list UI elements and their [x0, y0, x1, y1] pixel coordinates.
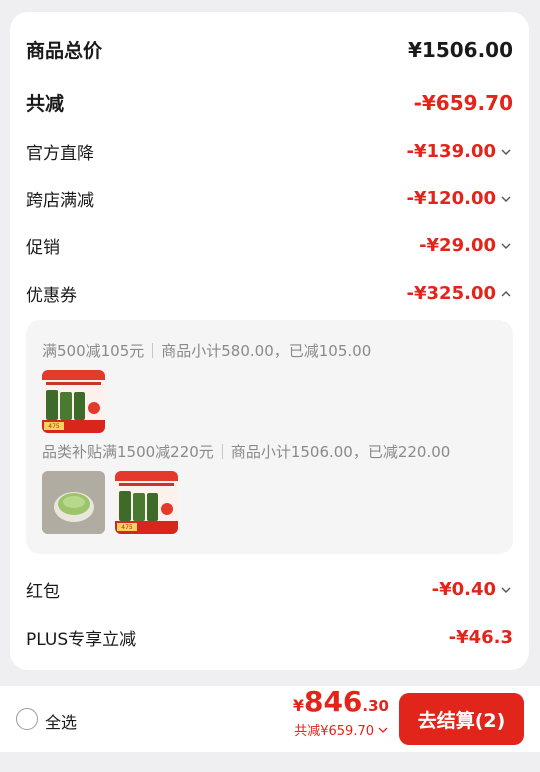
total-reduction-row: 共减 -¥659.70	[26, 89, 513, 116]
coupon-value: -¥325.00	[406, 283, 496, 304]
plus-discount-value: -¥46.3	[448, 627, 513, 648]
total-reduction-label: 共减	[26, 93, 65, 115]
product-thumb-lotion[interactable]: 475	[42, 370, 105, 433]
product-thumb-cream[interactable]	[42, 471, 105, 534]
chevron-down-icon[interactable]	[499, 145, 513, 159]
coupon-label: 优惠券	[26, 286, 77, 306]
coupon-1-title: 满500减105元	[42, 342, 145, 360]
price-integer: 846	[303, 685, 363, 718]
select-all-label[interactable]: 全选	[45, 709, 77, 733]
plus-discount-row: PLUS专享立减 -¥46.3	[26, 625, 513, 650]
plus-discount-label: PLUS专享立减	[26, 630, 137, 650]
chevron-down-icon[interactable]	[377, 724, 389, 736]
chevron-down-icon[interactable]	[499, 192, 513, 206]
promotion-value: -¥29.00	[419, 235, 496, 256]
cross-store-discount-value: -¥120.00	[406, 188, 496, 209]
coupon-2-title: 品类补贴满1500减220元	[42, 443, 214, 461]
red-packet-value: -¥0.40	[431, 579, 496, 600]
price-currency: ¥	[292, 696, 304, 715]
reduction-summary[interactable]: 共减¥659.70	[293, 720, 389, 739]
product-thumb-price: 475	[48, 423, 60, 430]
chevron-up-icon[interactable]	[499, 287, 513, 301]
coupon-2-line: 品类补贴满1500减220元 商品小计1506.00，已减220.00	[42, 441, 450, 462]
checkout-button[interactable]: 去结算(2)	[399, 693, 524, 745]
total-reduction-value: -¥659.70	[413, 90, 513, 115]
divider	[221, 444, 223, 459]
total-price-row: 商品总价 ¥1506.00	[26, 36, 513, 63]
price-decimal: .30	[362, 697, 389, 715]
cross-store-discount-label: 跨店满减	[26, 191, 94, 211]
red-packet-row[interactable]: 红包 -¥0.40	[26, 577, 513, 602]
chevron-down-icon[interactable]	[499, 239, 513, 253]
total-price-label: 商品总价	[26, 40, 103, 62]
total-payable: ¥846.30 共减¥659.70	[293, 688, 389, 740]
promotion-row[interactable]: 促销 -¥29.00	[26, 233, 513, 258]
divider	[152, 343, 154, 358]
coupon-detail-panel: 满500减105元 商品小计580.00，已减105.00 475 品类补贴满1…	[26, 320, 513, 554]
price-detail-page: 商品总价 ¥1506.00 共减 -¥659.70 官方直降 -¥139.00 …	[0, 0, 540, 772]
coupon-row[interactable]: 优惠券 -¥325.00	[26, 281, 513, 306]
coupon-1-line: 满500减105元 商品小计580.00，已减105.00	[42, 340, 371, 361]
product-thumb-lotion-2[interactable]: 475	[115, 471, 178, 534]
coupon-2-detail: 商品小计1506.00，已减220.00	[230, 443, 451, 461]
official-discount-label: 官方直降	[26, 144, 94, 164]
total-price-value: ¥1506.00	[407, 37, 513, 62]
coupon-1-detail: 商品小计580.00，已减105.00	[161, 342, 372, 360]
promotion-label: 促销	[26, 238, 60, 258]
price-detail-card: 商品总价 ¥1506.00 共减 -¥659.70 官方直降 -¥139.00 …	[10, 12, 529, 670]
chevron-down-icon[interactable]	[499, 583, 513, 597]
product-thumb-price: 475	[121, 524, 133, 531]
payable-price: ¥846.30	[293, 688, 389, 716]
checkout-bar: 全选 ¥846.30 共减¥659.70 去结算(2)	[0, 686, 540, 752]
select-all-radio[interactable]	[16, 708, 38, 730]
cross-store-discount-row[interactable]: 跨店满减 -¥120.00	[26, 186, 513, 211]
official-discount-value: -¥139.00	[406, 141, 496, 162]
red-packet-label: 红包	[26, 582, 60, 602]
reduction-summary-text: 共减¥659.70	[294, 724, 374, 739]
official-discount-row[interactable]: 官方直降 -¥139.00	[26, 139, 513, 164]
